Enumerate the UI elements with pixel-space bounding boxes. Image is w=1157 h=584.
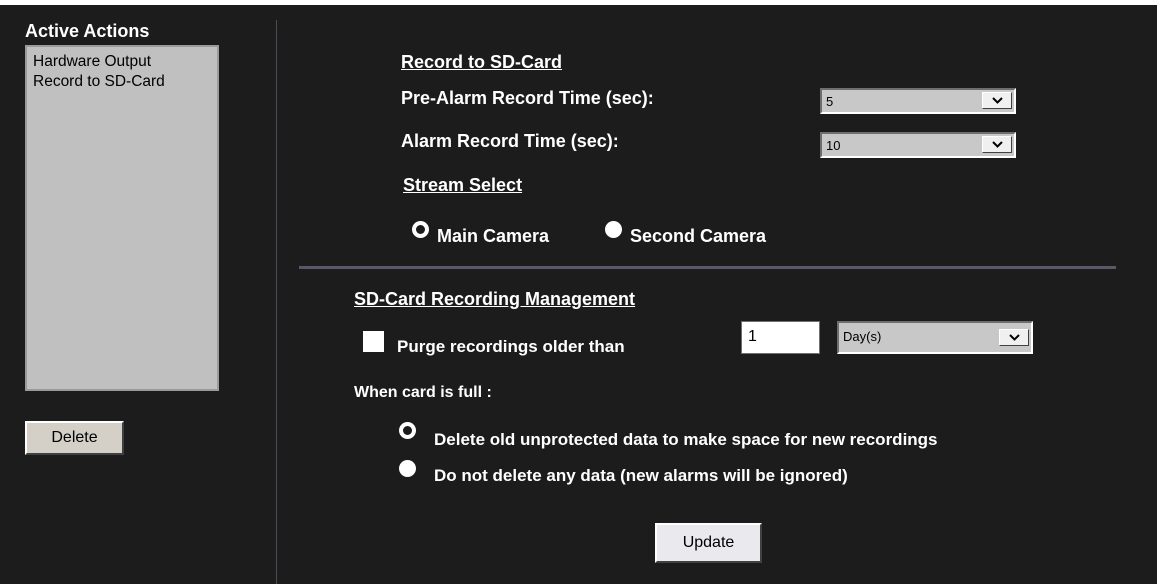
stream-select-heading: Stream Select xyxy=(403,175,523,195)
purge-age-input[interactable]: 1 xyxy=(741,321,820,354)
purge-unit-select[interactable]: Day(s) xyxy=(837,321,1033,354)
chevron-down-icon[interactable] xyxy=(999,329,1029,346)
action-config-page: Active Actions Hardware Output Record to… xyxy=(0,0,1157,584)
update-button[interactable]: Update xyxy=(655,523,762,563)
pre-alarm-select[interactable]: 5 xyxy=(820,88,1016,114)
delete-old-data-label: Delete old unprotected data to make spac… xyxy=(434,430,938,449)
main-camera-label: Main Camera xyxy=(437,226,550,246)
chevron-down-icon[interactable] xyxy=(982,92,1012,109)
delete-button[interactable]: Delete xyxy=(25,421,124,455)
list-item[interactable]: Record to SD-Card xyxy=(33,72,211,92)
pre-alarm-label: Pre-Alarm Record Time (sec): xyxy=(401,88,654,108)
pre-alarm-value: 5 xyxy=(826,94,834,109)
vertical-divider xyxy=(276,20,277,584)
do-not-delete-radio[interactable] xyxy=(399,460,416,477)
second-camera-radio[interactable] xyxy=(605,221,622,238)
active-actions-list[interactable]: Hardware Output Record to SD-Card xyxy=(25,45,219,391)
purge-unit-value: Day(s) xyxy=(843,329,882,344)
delete-old-data-radio[interactable] xyxy=(399,422,416,439)
sd-management-heading: SD-Card Recording Management xyxy=(354,289,636,309)
do-not-delete-label: Do not delete any data (new alarms will … xyxy=(434,466,848,485)
alarm-select[interactable]: 10 xyxy=(820,132,1016,158)
second-camera-label: Second Camera xyxy=(630,226,767,246)
alarm-value: 10 xyxy=(826,138,841,153)
purge-checkbox[interactable] xyxy=(363,331,384,352)
purge-label: Purge recordings older than xyxy=(397,337,625,356)
main-camera-radio[interactable] xyxy=(412,221,429,238)
record-sd-heading: Record to SD-Card xyxy=(401,52,563,72)
list-item[interactable]: Hardware Output xyxy=(33,52,211,72)
alarm-label: Alarm Record Time (sec): xyxy=(401,131,619,151)
chevron-down-icon[interactable] xyxy=(982,136,1012,153)
section-divider xyxy=(299,266,1116,269)
card-full-label: When card is full : xyxy=(354,384,492,401)
active-actions-title: Active Actions xyxy=(25,21,150,41)
